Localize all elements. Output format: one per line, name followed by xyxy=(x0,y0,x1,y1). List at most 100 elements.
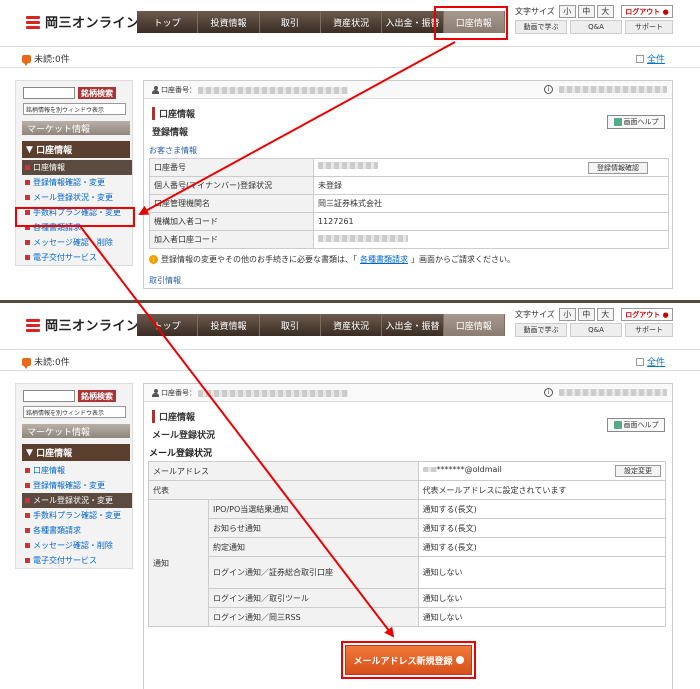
notice-text: 」画面からご請求ください。 xyxy=(411,255,515,264)
bullet-icon xyxy=(25,498,30,503)
window-icon xyxy=(636,54,644,63)
nav-account-info[interactable]: 口座情報 xyxy=(443,314,505,336)
customer-info-table: 口座番号 登録情報確認 個人番号(マイナンバー)登録状況 未登録 口座管理機関名 岡三… xyxy=(149,158,669,249)
new-window-button[interactable]: 銘柄情報を別ウィンドウ表示 xyxy=(23,103,126,115)
person-icon xyxy=(152,86,159,94)
register-new-email-button[interactable]: メールアドレス新規登録 xyxy=(345,645,472,675)
sidebar-item-label: 口座情報 xyxy=(33,163,65,172)
font-medium-button[interactable]: 中 xyxy=(577,308,595,321)
stock-search-button[interactable]: 銘柄検索 xyxy=(78,390,116,402)
font-small-button[interactable]: 小 xyxy=(558,308,576,321)
sidebar-item-documents[interactable]: 各種書類請求 xyxy=(22,523,132,538)
font-small-button[interactable]: 小 xyxy=(558,5,576,18)
sidebar: 銘柄検索 銘柄情報を別ウィンドウ表示 マーケット情報 ▼ 口座情報 口座情報 登… xyxy=(15,80,133,266)
masked-value xyxy=(198,389,348,397)
qa-button[interactable]: Q&A xyxy=(570,20,622,34)
row-value: 通知する(長文) xyxy=(417,518,667,538)
sidebar-item-messages[interactable]: メッセージ確認・削除 xyxy=(22,235,132,250)
main-content: 口座番号： i 口座情報 メール登録状況 画面ヘルプ メール登録状況 メールアド… xyxy=(143,383,673,689)
brand-name: 岡三オンライン xyxy=(45,16,140,31)
sidebar-item-registration[interactable]: 登録情報確認・変更 xyxy=(22,175,132,190)
learn-video-button[interactable]: 動画で学ぶ xyxy=(515,323,567,337)
row-label: 機構加入者コード xyxy=(149,212,314,231)
learn-video-button[interactable]: 動画で学ぶ xyxy=(515,20,567,34)
nav-deposit-transfer[interactable]: 入出金・振替 xyxy=(382,314,444,336)
row-value: 通知する(長文) xyxy=(417,499,667,519)
message-icon xyxy=(22,357,31,369)
bullet-icon xyxy=(25,225,30,230)
register-label: メールアドレス新規登録 xyxy=(353,656,453,667)
sidebar-item-email[interactable]: メール登録状況・変更 xyxy=(22,493,132,508)
nav-top[interactable]: トップ xyxy=(137,11,199,33)
brand-logo[interactable]: 岡三オンライン xyxy=(26,12,140,31)
nav-trade[interactable]: 取引 xyxy=(260,11,321,33)
all-messages-link[interactable]: 全件 xyxy=(636,52,665,65)
email-value: *******@oldmail 設定変更 xyxy=(417,461,667,481)
settings-change-button[interactable]: 設定変更 xyxy=(615,465,661,477)
table-row: 代表 代表メールアドレスに設定されています xyxy=(148,480,667,500)
row-label: 加入者口座コード xyxy=(149,230,314,249)
nav-assets[interactable]: 資産状況 xyxy=(321,314,383,336)
sidebar-item-account-info[interactable]: 口座情報 xyxy=(22,463,132,478)
stock-search-input[interactable] xyxy=(23,390,75,402)
documents-link[interactable]: 各種書類請求 xyxy=(360,254,408,265)
message-bar: 未読:0件 全件 xyxy=(0,46,700,68)
masked-value xyxy=(318,161,378,169)
unread-count[interactable]: 未読:0件 xyxy=(22,355,70,369)
font-large-button[interactable]: 大 xyxy=(596,5,614,18)
all-messages-link[interactable]: 全件 xyxy=(636,355,665,368)
sidebar-item-e-delivery[interactable]: 電子交付サービス xyxy=(22,553,132,568)
support-button[interactable]: サポート xyxy=(625,20,673,34)
support-button[interactable]: サポート xyxy=(625,323,673,337)
nav-investment-info[interactable]: 投資情報 xyxy=(198,11,260,33)
page-title: 登録情報 xyxy=(152,128,189,138)
sidebar-item-fee-plan[interactable]: 手数料プラン確認・変更 xyxy=(22,508,132,523)
sidebar-item-fee-plan[interactable]: 手数料プラン確認・変更 xyxy=(22,205,132,220)
nav-investment-info[interactable]: 投資情報 xyxy=(198,314,260,336)
qa-button[interactable]: Q&A xyxy=(570,323,622,337)
unread-count[interactable]: 未読:0件 xyxy=(22,52,70,66)
section-title: お客さま情報 xyxy=(149,146,197,155)
sidebar-item-account-info[interactable]: 口座情報 xyxy=(22,160,132,175)
stock-search-button[interactable]: 銘柄検索 xyxy=(78,87,116,99)
nav-account-info[interactable]: 口座情報 xyxy=(443,11,505,33)
sidebar-item-email[interactable]: メール登録状況・変更 xyxy=(22,190,132,205)
logout-button[interactable]: ログアウト ● xyxy=(621,5,673,18)
row-value: 通知しない xyxy=(417,588,667,608)
bullet-icon xyxy=(25,528,30,533)
new-window-button[interactable]: 銘柄情報を別ウィンドウ表示 xyxy=(23,406,126,418)
unread-label: 未読:0件 xyxy=(34,358,70,368)
account-menu-header[interactable]: ▼ 口座情報 xyxy=(22,444,130,461)
market-info-menu[interactable]: マーケット情報 xyxy=(22,121,130,135)
sidebar-item-registration[interactable]: 登録情報確認・変更 xyxy=(22,478,132,493)
row-label: ログイン通知／取引ツール xyxy=(208,588,419,608)
sidebar-item-documents[interactable]: 各種書類請求 xyxy=(22,220,132,235)
table-row: メールアドレス *******@oldmail 設定変更 xyxy=(148,461,667,481)
stock-search-input[interactable] xyxy=(23,87,75,99)
nav-assets[interactable]: 資産状況 xyxy=(321,11,383,33)
registration-confirm-button[interactable]: 登録情報確認 xyxy=(588,161,648,174)
nav-deposit-transfer[interactable]: 入出金・振替 xyxy=(382,11,444,33)
brand-logo[interactable]: 岡三オンライン xyxy=(26,315,140,334)
account-menu-header-label: 口座情報 xyxy=(36,449,73,459)
sidebar-item-messages[interactable]: メッセージ確認・削除 xyxy=(22,538,132,553)
screen-help-button[interactable]: 画面ヘルプ xyxy=(607,418,665,432)
sidebar-item-label: 電子交付サービス xyxy=(33,556,97,565)
bullet-icon xyxy=(25,240,30,245)
screen-help-button[interactable]: 画面ヘルプ xyxy=(607,115,665,129)
message-bar: 未読:0件 全件 xyxy=(0,349,700,371)
logout-button[interactable]: ログアウト ● xyxy=(621,308,673,321)
market-info-menu[interactable]: マーケット情報 xyxy=(22,424,130,438)
account-menu-header[interactable]: ▼ 口座情報 xyxy=(22,141,130,158)
nav-top[interactable]: トップ xyxy=(137,314,199,336)
sidebar-item-label: 登録情報確認・変更 xyxy=(33,481,105,490)
nav-trade[interactable]: 取引 xyxy=(260,314,321,336)
row-value: 通知しない xyxy=(417,556,667,589)
help-icon xyxy=(613,118,622,126)
bullet-icon xyxy=(25,195,30,200)
account-label-text: 口座番号： xyxy=(161,389,196,397)
font-large-button[interactable]: 大 xyxy=(596,308,614,321)
sidebar-item-e-delivery[interactable]: 電子交付サービス xyxy=(22,250,132,265)
all-label: 全件 xyxy=(647,358,666,368)
font-medium-button[interactable]: 中 xyxy=(577,5,595,18)
